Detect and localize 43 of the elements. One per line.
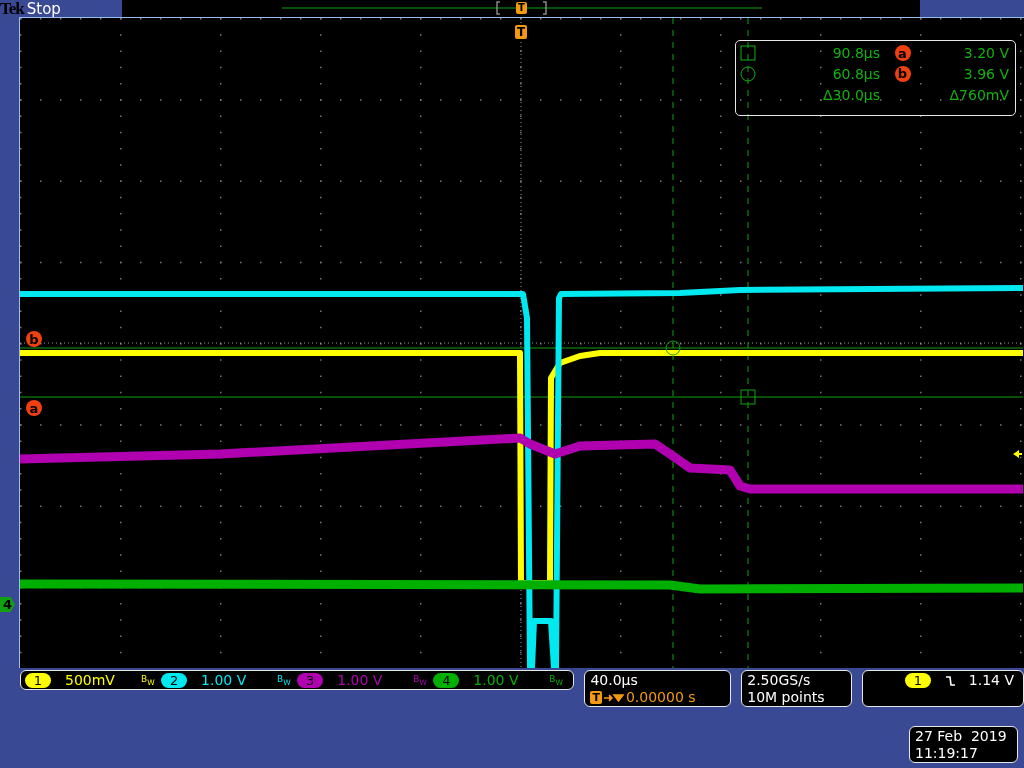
falling-edge-icon [944, 674, 955, 687]
cursor-marker: b [894, 66, 911, 82]
cursor-time: 60.8µs [831, 66, 880, 82]
bandwidth-limit: B$_{W}$ [549, 673, 563, 687]
cursor-time: Δ30.0µs [822, 86, 880, 103]
cursor-marker: b [26, 331, 42, 347]
date: 27 Feb 2019 [915, 728, 1008, 745]
cursor-circle-icon [665, 340, 681, 356]
cursor-voltage: 3.20 V [962, 45, 1009, 62]
bandwidth-limit: B$_{W}$ [277, 673, 291, 687]
trigger-level-icon [1013, 450, 1022, 458]
channel-badge[interactable]: 1 [25, 672, 51, 688]
channel-scale: 1.00 V [473, 672, 520, 688]
channel-marker: 4 [0, 597, 15, 612]
record-length: 10M points [747, 689, 826, 706]
cursor-voltage: 3.96 V [962, 66, 1009, 82]
sample-rate: 2.50GS/s [747, 672, 812, 689]
arrow-icon [603, 692, 624, 703]
bandwidth-limit: B$_{W}$ [141, 673, 155, 687]
channel-scale: 500mV [65, 672, 116, 688]
channel-scale: 1.00 V [201, 672, 248, 688]
cursor-voltage: Δ760mV [948, 86, 1009, 103]
trigger-marker: T [515, 25, 528, 39]
trigger-position: 0.00000 s [625, 689, 696, 706]
channel-badge[interactable]: 4 [433, 672, 460, 688]
trigger-channel-badge: 1 [904, 673, 931, 688]
time-scale: 40.0µs [590, 672, 639, 689]
cursor-square-icon [740, 389, 756, 405]
circle-cursor-icon [740, 66, 756, 82]
time: 11:19:17 [915, 745, 979, 762]
trigger-marker: T [590, 691, 602, 704]
cursor-time: 90.8µs [831, 45, 880, 62]
bandwidth-limit: B$_{W}$ [413, 673, 427, 687]
channel-badge[interactable]: 2 [161, 672, 188, 688]
trigger-level: 1.14 V [968, 672, 1014, 689]
square-cursor-icon [740, 45, 756, 62]
cursor-marker: a [26, 400, 42, 416]
run-status: Stop [26, 0, 61, 17]
view-bracket-icon [496, 1, 547, 15]
trigger-position-marker: T [516, 2, 527, 14]
cursor-marker: a [894, 45, 911, 62]
channel-scale: 1.00 V [337, 672, 384, 688]
brand-logo: Tek [0, 0, 24, 17]
